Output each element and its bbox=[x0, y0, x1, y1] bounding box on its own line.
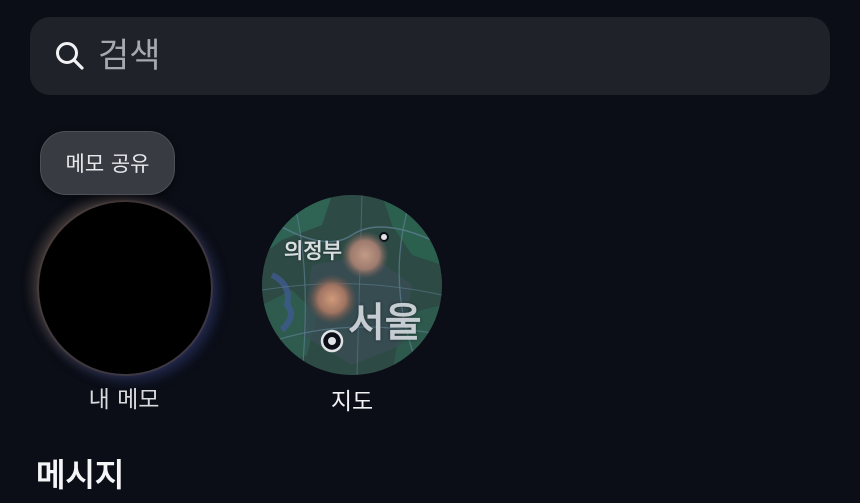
map-avatar[interactable]: 의정부 서울 bbox=[262, 195, 442, 375]
search-input[interactable] bbox=[98, 17, 830, 95]
my-notes-avatar[interactable] bbox=[39, 202, 211, 374]
my-notes-label: 내 메모 bbox=[88, 387, 160, 413]
map-city-label-uijeongbu: 의정부 bbox=[284, 239, 342, 263]
messages-heading: 메시지 bbox=[36, 456, 125, 494]
search-icon bbox=[52, 38, 88, 74]
search-bar[interactable] bbox=[30, 17, 830, 95]
my-notes-tile[interactable]: 내 메모 bbox=[36, 190, 212, 415]
map-city-label-seoul: 서울 bbox=[348, 300, 422, 346]
map-tile[interactable]: 의정부 서울 지도 bbox=[262, 195, 442, 420]
share-note-bubble[interactable]: 메모 공유 bbox=[40, 131, 175, 195]
app-root: 내 메모 메모 공유 bbox=[0, 0, 860, 503]
map-label: 지도 bbox=[330, 389, 374, 415]
map-graphic bbox=[262, 195, 442, 375]
